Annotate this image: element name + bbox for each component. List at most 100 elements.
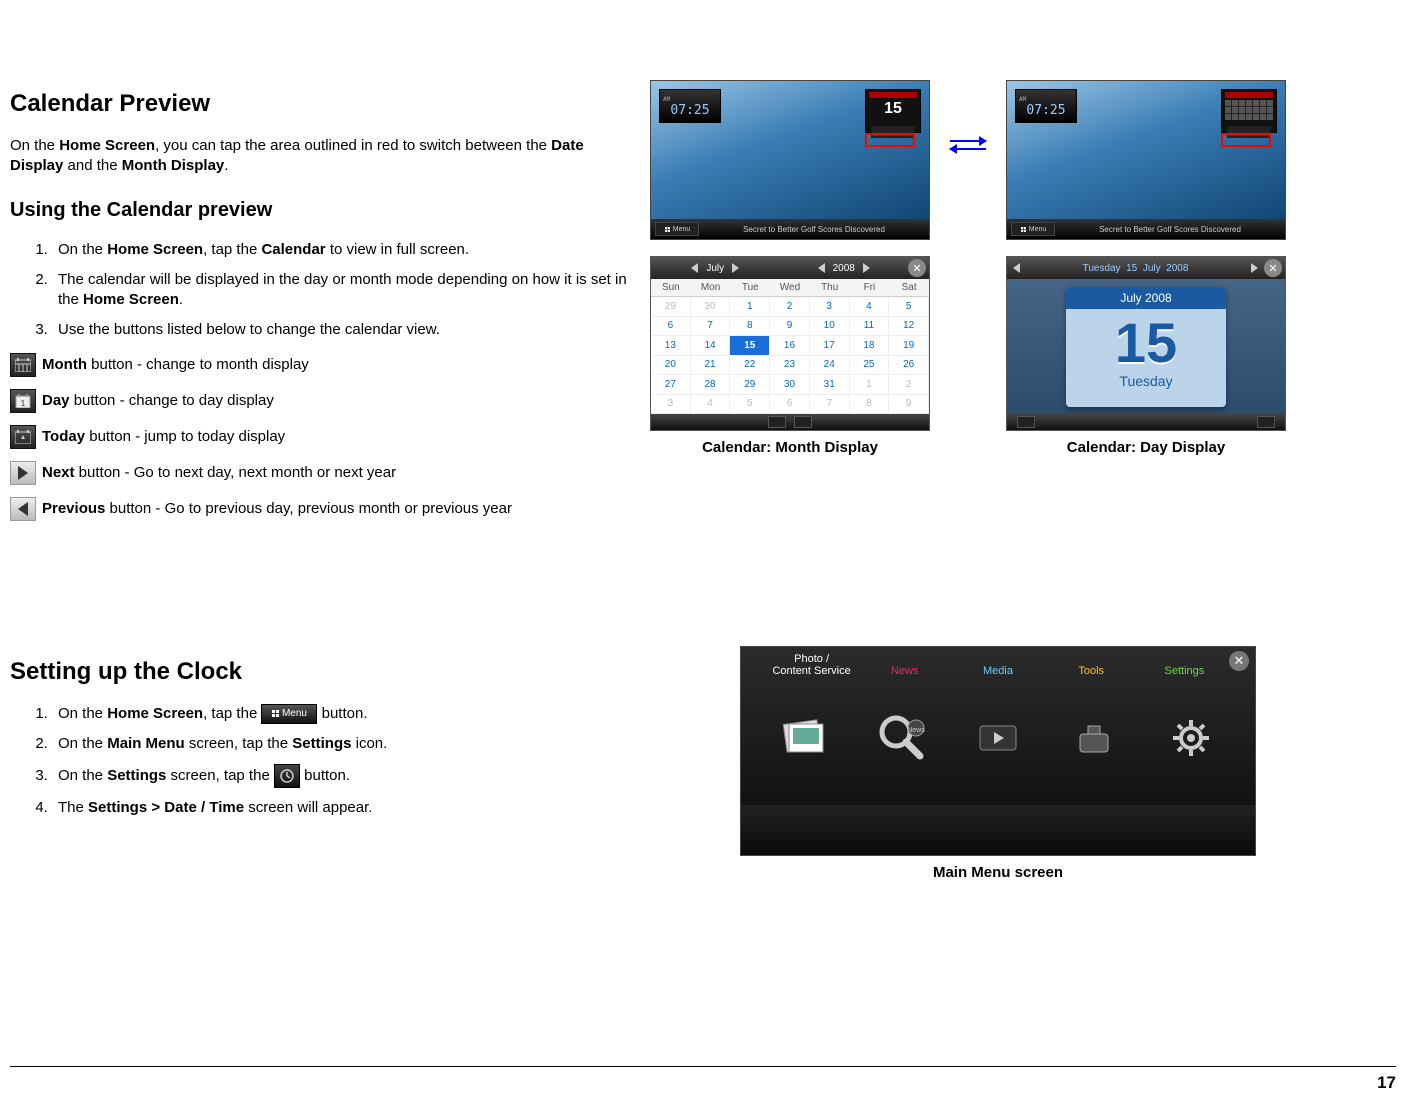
month-cell: 29 xyxy=(651,297,691,317)
month-cell: 4 xyxy=(850,297,890,317)
day-label: 15 xyxy=(1126,263,1137,274)
text: , you can tap the area outlined in red t… xyxy=(155,137,551,154)
text: button - jump to today display xyxy=(85,428,285,445)
clock-time: 07:25 xyxy=(670,103,709,118)
month-cell: 30 xyxy=(691,297,731,317)
mainmenu-screen: ✕ Photo / Content ServiceNewsMediaToolsS… xyxy=(740,646,1256,856)
month-caption: Calendar: Month Display xyxy=(650,439,930,456)
text-bold: Home Screen xyxy=(107,241,203,258)
home-screen-day: AM 07:25 15 Menu Secret to Better Golf S… xyxy=(650,80,930,240)
month-cell: 25 xyxy=(850,356,890,376)
day-button-line: 1 Day button - change to day display xyxy=(10,389,630,413)
clock-widget: AM 07:25 xyxy=(659,89,721,123)
month-nav-bar: July 2008 ✕ xyxy=(651,257,929,279)
menu-mini-icon: Menu xyxy=(1011,222,1055,236)
month-cell: 13 xyxy=(651,336,691,356)
clock-step-3: On the Settings screen, tap the button. xyxy=(52,764,630,788)
text: On the xyxy=(58,767,107,784)
month-cell: 23 xyxy=(770,356,810,376)
dow-cell: Sun xyxy=(651,279,691,296)
today-icon xyxy=(10,425,36,449)
text: button - change to day display xyxy=(70,392,274,409)
month-cell: 16 xyxy=(770,336,810,356)
month-cell: 26 xyxy=(889,356,929,376)
weekday-label: Tuesday xyxy=(1083,263,1121,274)
media-icon xyxy=(963,703,1033,773)
mainmenu-tab: Tools xyxy=(1045,665,1138,677)
bottom-bar: Menu Secret to Better Golf Scores Discov… xyxy=(1007,219,1285,239)
next-month-icon xyxy=(732,263,739,273)
page-number: 17 xyxy=(10,1066,1396,1093)
text: On the xyxy=(10,137,59,154)
text: icon. xyxy=(351,735,387,752)
month-cell: 1 xyxy=(730,297,770,317)
text: On the xyxy=(58,735,107,752)
prev-year-icon xyxy=(818,263,825,273)
mainmenu-tab: Photo / Content Service xyxy=(765,653,858,677)
month-cell: 8 xyxy=(730,317,770,337)
text: , tap the xyxy=(203,241,261,258)
home-screen-month: AM 07:25 Menu Secret to Better Golf Scor… xyxy=(1006,80,1286,240)
svg-text:News: News xyxy=(907,727,925,734)
calendar-day-number: 15 xyxy=(884,100,902,118)
red-highlight-box xyxy=(1221,133,1271,147)
month-cell: 28 xyxy=(691,375,731,395)
text: and the xyxy=(63,157,121,174)
month-cell: 2 xyxy=(889,375,929,395)
calendar-widget-day: 15 xyxy=(865,89,921,133)
next-button-line: Next button - Go to next day, next month… xyxy=(10,461,630,485)
text: screen, tap the xyxy=(166,767,274,784)
bottom-bar: Menu Secret to Better Golf Scores Discov… xyxy=(651,219,929,239)
red-highlight-box xyxy=(865,133,915,147)
month-cell: 11 xyxy=(850,317,890,337)
dow-cell: Fri xyxy=(850,279,890,296)
month-cell: 24 xyxy=(810,356,850,376)
calendar-widget-month xyxy=(1221,89,1277,133)
month-grid: 2930123456789101112131415161718192021222… xyxy=(651,297,929,414)
next-year-icon xyxy=(863,263,870,273)
next-icon xyxy=(10,461,36,485)
text: . xyxy=(224,157,228,174)
month-bottom-bar xyxy=(651,414,929,430)
month-cell: 29 xyxy=(730,375,770,395)
text-bold: Home Screen xyxy=(107,705,203,722)
heading-using-calendar: Using the Calendar preview xyxy=(10,199,630,222)
month-cell: 5 xyxy=(889,297,929,317)
text-bold: Main Menu xyxy=(107,735,185,752)
dow-cell: Tue xyxy=(730,279,770,296)
day-page-header: July 2008 xyxy=(1066,287,1226,309)
month-cell: 17 xyxy=(810,336,850,356)
year-label: 2008 xyxy=(1166,263,1188,274)
text-bold: Settings xyxy=(107,767,166,784)
month-cell: 27 xyxy=(651,375,691,395)
text: to view in full screen. xyxy=(326,241,469,258)
settings-icon xyxy=(1156,703,1226,773)
step-1: On the Home Screen, tap the Calendar to … xyxy=(52,240,630,260)
clock-ampm: AM xyxy=(663,96,670,103)
month-icon xyxy=(10,353,36,377)
month-label: July xyxy=(1143,263,1161,274)
mainmenu-tab: Media xyxy=(951,665,1044,677)
month-cell: 2 xyxy=(770,297,810,317)
text: Next button - Go to next day, next month… xyxy=(42,464,396,481)
text: button - Go to next day, next month or n… xyxy=(75,464,397,481)
text: Day button - change to day display xyxy=(42,392,274,409)
home-screens-figure: AM 07:25 15 Menu Secret to Better Golf S… xyxy=(650,80,1370,240)
day-page-number: 15 xyxy=(1115,315,1177,371)
month-cell: 21 xyxy=(691,356,731,376)
text: Today button - jump to today display xyxy=(42,428,285,445)
dow-cell: Wed xyxy=(770,279,810,296)
clock-ampm: AM xyxy=(1019,96,1026,103)
text: On the xyxy=(58,705,107,722)
text: . xyxy=(179,291,183,308)
mainmenu-figure: ✕ Photo / Content ServiceNewsMediaToolsS… xyxy=(650,646,1370,881)
year-label: 2008 xyxy=(833,263,855,274)
month-cell: 22 xyxy=(730,356,770,376)
menu-button-icon: Menu xyxy=(261,704,317,724)
close-icon: ✕ xyxy=(1264,259,1282,277)
month-cell: 3 xyxy=(651,395,691,415)
clock-step-4: The Settings > Date / Time screen will a… xyxy=(52,798,630,818)
menu-label: Menu xyxy=(673,226,691,233)
month-cell: 4 xyxy=(691,395,731,415)
news-ticker: Secret to Better Golf Scores Discovered xyxy=(699,225,929,234)
